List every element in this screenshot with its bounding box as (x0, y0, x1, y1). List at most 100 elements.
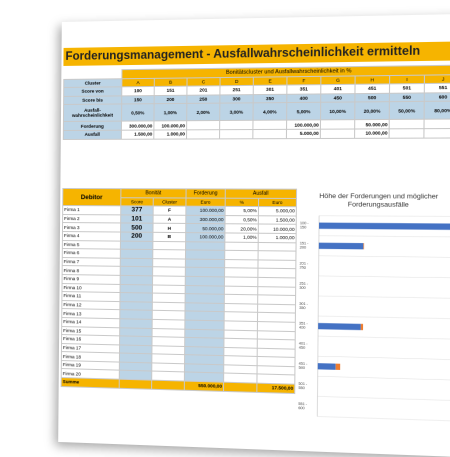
debtor-ausfall-euro (258, 242, 297, 252)
debtor-forderung: 300.000,00 (185, 215, 226, 225)
debtor-ausfall-euro: 5.000,00 (258, 206, 297, 216)
cluster-cell-ausfall: 1.500,00 (121, 129, 154, 139)
summe-label: Summe (61, 377, 120, 388)
cluster-cell-name: C (186, 77, 221, 87)
y-tick-label: 551 -600 (298, 402, 308, 411)
bar-segment (363, 243, 365, 250)
bar-segment (317, 363, 336, 370)
debtor-name: Firma 1 (62, 205, 121, 215)
debtor-cluster: H (152, 223, 186, 233)
cluster-cell-bis: 150 (121, 95, 155, 105)
grid-line (318, 376, 450, 380)
debtor-forderung: 100.000,00 (185, 206, 226, 216)
cluster-cell-ausfall_pct: 5,00% (286, 102, 321, 121)
y-tick-label: 201 -250 (300, 261, 310, 269)
cluster-cell-forderung (320, 120, 355, 130)
y-tick-label: 401 -450 (299, 342, 309, 351)
debtor-ausfall-pct (224, 250, 259, 260)
debtor-ausfall-euro: 1.000,00 (258, 233, 297, 243)
cluster-cell-name: D (219, 76, 254, 86)
cluster-cell-forderung (186, 120, 220, 130)
cluster-cell-name: H (355, 75, 390, 85)
debtor-ausfall-pct: 5,00% (225, 206, 259, 216)
debtor-cluster (152, 258, 186, 268)
cluster-cell-von: 551 (424, 83, 450, 93)
cluster-cell-ausfall_pct: 1,00% (153, 103, 187, 122)
cluster-cell-von: 151 (154, 86, 187, 96)
cluster-cell-forderung: 100.000,00 (153, 121, 187, 130)
debtor-forderung: 50.000,00 (185, 223, 226, 233)
cluster-cell-von: 100 (121, 86, 155, 96)
cluster-cell-name: F (286, 75, 321, 86)
cluster-cell-forderung (423, 119, 450, 129)
debtor-score (120, 249, 153, 259)
debtor-ausfall-pct: 0,50% (225, 215, 259, 225)
bonitaet-header: Bonität (120, 188, 187, 198)
cluster-cell-ausfall: 1.000,00 (153, 129, 187, 139)
summe-forderung: 550.000,00 (184, 381, 224, 392)
cluster-cell-name: G (320, 75, 356, 85)
debtor-ausfall-euro: 10.000,00 (258, 224, 297, 234)
cluster-cell-ausfall_pct: 2,00% (186, 103, 220, 122)
cluster-cell-von: 451 (354, 84, 390, 94)
cluster-cell-bis: 300 (219, 94, 254, 104)
cluster-cell-ausfall_pct: 4,00% (252, 102, 287, 121)
cluster-cell-bis: 200 (154, 95, 187, 105)
cluster-cell-ausfall (423, 128, 450, 138)
debitor-header: Debitor (62, 188, 121, 207)
debtor-subheader: Euro (185, 197, 226, 207)
y-tick-label: 100 -150 (300, 221, 310, 229)
cluster-cell-von: 351 (286, 84, 321, 95)
page: Forderungsmanagement - Ausfallwahrschein… (0, 0, 450, 457)
grid-line (319, 276, 450, 278)
debtor-cluster: B (152, 232, 186, 242)
cluster-cell-von: 201 (186, 85, 220, 96)
cluster-cell-bis: 600 (424, 92, 450, 102)
grid-line (319, 216, 450, 217)
y-tick-label: 301 -350 (299, 302, 309, 310)
bar-segment (335, 363, 341, 370)
debtor-forderung: 100.000,00 (185, 232, 225, 242)
debtor-cluster (152, 240, 186, 251)
debtor-cluster: F (153, 206, 186, 216)
cluster-row-label: Ausfall (63, 130, 122, 140)
summe-ausfall: 17.500,00 (256, 383, 295, 394)
summe-empty (119, 379, 152, 389)
cluster-cell-ausfall_pct: 80,00% (424, 101, 450, 120)
chart-plot: 100 -150 151 -200 201 -250 251 -300 301 -350… (298, 189, 450, 428)
debtor-ausfall-euro: 1.500,00 (258, 215, 297, 225)
debtor-score: 101 (120, 214, 154, 224)
cluster-cell-forderung: 100.000,00 (286, 120, 321, 130)
bar-segment (318, 222, 450, 230)
bar-segment (318, 322, 361, 331)
cluster-cell-von: 501 (389, 83, 425, 94)
cluster-row-ausfall_pct: Ausfall- wahrscheinlichkeit 0,50% 1,00% 2,0… (63, 101, 450, 122)
cluster-cell-forderung (252, 120, 287, 130)
cluster-cell-ausfall (219, 129, 253, 139)
grid-line (318, 336, 450, 339)
grid-line (318, 316, 450, 319)
cluster-row-ausfall: Ausfall 1.500,00 1.000,00 5.000,00 10.000,00 (63, 128, 450, 140)
cluster-cell-bis: 500 (354, 93, 390, 103)
cluster-cell-bis: 550 (389, 92, 425, 103)
cluster-cell-bis: 350 (253, 94, 287, 104)
cluster-cell-ausfall_pct: 20,00% (354, 102, 390, 121)
cluster-cell-forderung (389, 119, 425, 129)
summe-empty (151, 380, 185, 390)
cluster-cell-ausfall: 5.000,00 (286, 129, 321, 139)
y-tick-label: 501 -550 (298, 382, 308, 391)
ausfall-header: Ausfall (225, 188, 297, 199)
debtor-subheader: Score (120, 197, 154, 207)
cluster-cell-ausfall: 10.000,00 (354, 128, 390, 138)
debtor-ausfall-pct (224, 259, 259, 269)
debtor-forderung (185, 241, 225, 251)
debtor-cluster (152, 249, 186, 259)
debtor-score: 377 (120, 206, 154, 215)
debtor-score: 500 (120, 223, 154, 233)
summe-empty (223, 382, 257, 393)
cluster-cell-ausfall (252, 129, 287, 139)
debtor-ausfall-pct: 20,00% (224, 224, 259, 234)
debtor-table: Debitor Bonität Forderung Ausfall Score Clust… (61, 188, 297, 394)
cluster-table: Bonitätscluster und Ausfallwahrscheinlic… (63, 65, 450, 140)
grid-line (319, 236, 450, 237)
